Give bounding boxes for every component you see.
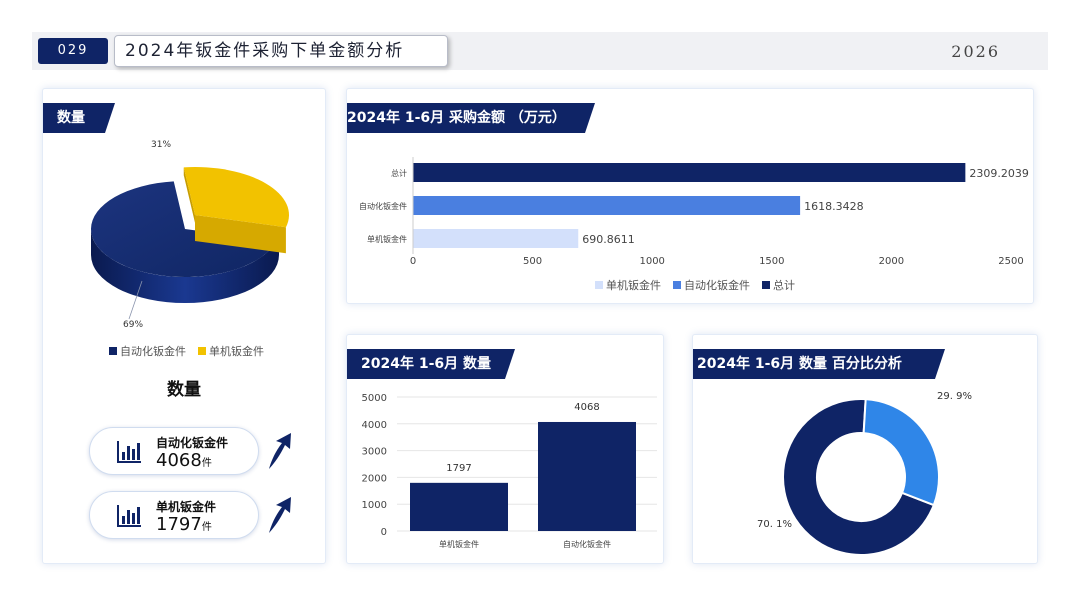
hbar-bar [413, 229, 579, 248]
hbar-bar [413, 196, 801, 215]
vbar-bar [410, 482, 508, 531]
vbar-tick-label: 4000 [362, 420, 387, 431]
hbar-value-label: 690.8611 [582, 233, 635, 246]
vbar-value-label: 4068 [574, 402, 599, 413]
hbar-value-label: 1618.3428 [804, 200, 864, 213]
vbar-value-label: 1797 [446, 463, 471, 474]
up-arrow-icon [269, 497, 291, 533]
vbar-bar [538, 421, 636, 531]
vbar-category-label: 单机钣金件 [439, 539, 479, 549]
legend-item-auto: 自动化钣金件 [673, 277, 750, 293]
quantity-card: 数量 31% 69% 自动化钣金件 单机钣金件 数量 自动化钣金件 4068件 [42, 88, 326, 564]
page-number: 029 [38, 38, 108, 64]
hbar-tick-label: 500 [523, 256, 542, 267]
hbar-category-label: 自动化钣金件 [359, 201, 407, 211]
pie-legend: 自动化钣金件 单机钣金件 [109, 343, 264, 359]
column-tag: 2024年 1-6月 数量 [347, 349, 515, 379]
quantity-subtitle: 数量 [167, 380, 201, 400]
hbar-tick-label: 2000 [879, 256, 904, 267]
vbar-tick-label: 3000 [362, 447, 387, 458]
hbar-category-label: 总计 [391, 168, 407, 178]
up-arrow-icon [269, 433, 291, 469]
bar-chart-icon [117, 441, 141, 463]
vbar-tick-label: 0 [381, 527, 387, 538]
hbar-value-label: 2309.2039 [969, 167, 1029, 180]
legend-item-single: 单机钣金件 [595, 277, 661, 293]
vbar-tick-label: 1000 [362, 500, 387, 511]
percentage-card: 2024年 1-6月 数量 百分比分析 29. 9% 70. 1% [692, 334, 1038, 564]
stat-single-value: 1797件 [156, 514, 212, 535]
amount-card: 2024年 1-6月 采购金额 （万元） 总计 2309.2039 自动化钣金件 16… [346, 88, 1034, 304]
vbar-tick-label: 5000 [362, 393, 387, 404]
hbar-bar [413, 163, 966, 182]
vbar-tick-label: 2000 [362, 473, 387, 484]
slide-header: 029 2024年钣金件采购下单金额分析 2026 [32, 32, 1048, 70]
quantity-column-card: 2024年 1-6月 数量 0 1000 2000 3000 4000 5000 1797 单… [346, 334, 664, 564]
hbar-tick-label: 1500 [759, 256, 784, 267]
legend-item-single: 单机钣金件 [198, 343, 264, 359]
hbar-tick-label: 1000 [639, 256, 664, 267]
stat-auto-label: 自动化钣金件 [156, 436, 229, 450]
slide-title: 2024年钣金件采购下单金额分析 [114, 35, 448, 67]
year-label: 2026 [951, 42, 1000, 61]
quantity-column-chart: 0 1000 2000 3000 4000 5000 1797 单机钣金件 4068 自动化钣金件 [362, 393, 657, 549]
amount-legend: 单机钣金件 自动化钣金件 总计 [595, 277, 795, 293]
stat-auto: 自动化钣金件 4068件 [89, 427, 259, 475]
pie-label-single: 31% [151, 140, 171, 150]
donut-slice-single [862, 398, 940, 507]
pie-3d-chart: 31% 69% [91, 140, 289, 330]
stat-single-label: 单机钣金件 [156, 500, 217, 514]
legend-item-auto: 自动化钣金件 [109, 343, 186, 359]
hbar-category-label: 单机钣金件 [367, 234, 407, 244]
hbar-tick-label: 2500 [998, 256, 1023, 267]
pie-label-auto: 69% [123, 320, 143, 330]
hbar-tick-label: 0 [410, 256, 416, 267]
vbar-category-label: 自动化钣金件 [563, 539, 611, 549]
legend-item-total: 总计 [762, 277, 795, 293]
bar-chart-icon [117, 505, 141, 527]
stat-auto-value: 4068件 [156, 450, 212, 471]
donut-label-auto: 70. 1% [757, 519, 792, 530]
percentage-donut-chart: 29. 9% 70. 1% [757, 391, 972, 556]
donut-label-single: 29. 9% [937, 391, 972, 402]
stat-single: 单机钣金件 1797件 [89, 491, 259, 539]
